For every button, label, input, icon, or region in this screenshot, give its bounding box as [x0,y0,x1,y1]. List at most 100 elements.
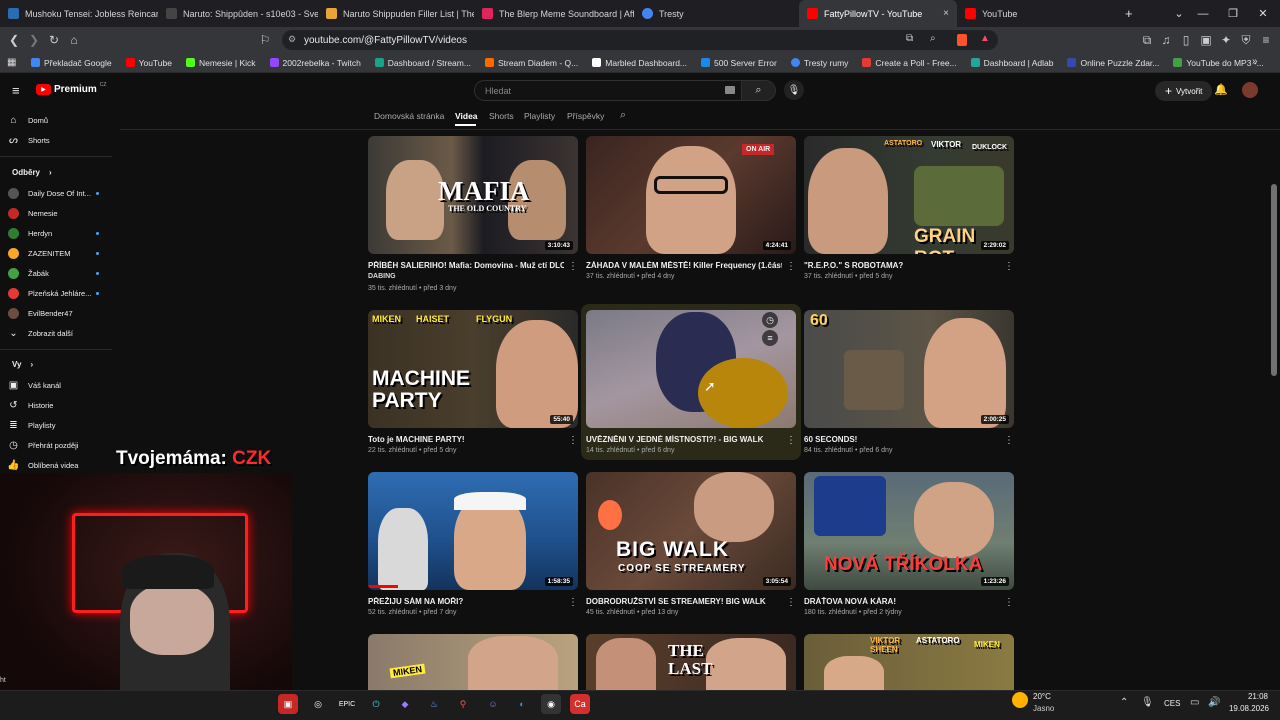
video-title[interactable]: DRÁŤOVA NOVÁ KÁRA! [804,597,1000,606]
bookmark-item[interactable]: Dashboard | Adlab [964,58,1061,68]
language-indicator[interactable]: CES [1164,699,1180,708]
obs-icon[interactable]: ◉ [541,694,561,714]
app-icon[interactable]: ◆ [395,694,415,714]
video-title[interactable]: PŘÍBĚH SALIERIHO! Mafia: Domovina - Muž … [368,261,564,270]
search-input[interactable]: Hledat [474,80,742,101]
reload-icon[interactable]: ↻ [44,30,64,50]
bookmark-item[interactable]: 500 Server Error [694,58,784,68]
watch-later-icon[interactable]: ◷ [762,312,778,328]
maps-icon[interactable]: ⚲ [453,694,473,714]
video-title[interactable]: Toto je MACHINE PARTY! [368,435,564,444]
more-options-icon[interactable]: ⋮ [568,261,578,272]
video-thumbnail[interactable]: THE LAST [586,634,796,690]
sidebar-item-history[interactable]: ↺ Historie [8,400,53,411]
discord-icon[interactable]: ☺ [483,694,503,714]
bookmark-item[interactable]: Online Puzzle Zdar... [1060,58,1166,68]
subscriptions-header[interactable]: Odběry › [12,168,52,177]
sidebar-item-watch-later[interactable]: ◷ Přehrát později [8,440,78,451]
video-title[interactable]: DOBRODRUŽSTVÍ SE STREAMERY! BIG WALK [586,597,782,606]
bookmark-item[interactable]: Nemesie | Kick [179,58,263,68]
open-in-app-icon[interactable]: ⧉ [906,33,913,44]
sidebar-item-your-channel[interactable]: ▣ Váš kanál [8,380,61,391]
bookmark-item[interactable]: Create a Poll - Free... [855,58,963,68]
steam-icon[interactable]: ♨ [424,694,444,714]
close-window-icon[interactable]: ✕ [1246,0,1280,27]
video-title[interactable]: UVĚZNĚNI V JEDNÉ MÍSTNOSTI?! - BIG WALK [586,435,782,444]
sidebar-item-liked[interactable]: 👍 Oblíbená videa [7,460,78,471]
new-tab-button[interactable]: + [1125,6,1133,21]
video-title[interactable]: ZÁHADA V MALÉM MĚSTĚ! Killer Frequency (… [586,261,782,270]
avatar[interactable] [1242,82,1258,98]
subscription-item[interactable]: Herdyn [8,228,52,239]
browser-tab-active[interactable]: FattyPillowTV - YouTube × [799,0,957,27]
taskbar-app-icon[interactable]: ▣ [278,694,298,714]
bookmark-item[interactable]: Stream Diadem - Q... [478,58,585,68]
create-button[interactable]: + Vytvořit [1155,81,1213,101]
search-button[interactable]: ⌕ [742,80,776,101]
channel-search-icon[interactable]: ⌕ [620,109,626,122]
tab-shorts[interactable]: Shorts [489,111,514,121]
menu-icon[interactable]: ≡ [1256,30,1276,50]
add-to-queue-icon[interactable]: ≡ [762,330,778,346]
clock-date[interactable]: 19.08.2026 [1225,704,1269,713]
bookmark-item[interactable]: YouTube [119,58,179,68]
bookmark-icon[interactable]: ⚐ [255,30,275,50]
home-icon[interactable]: ⌂ [64,30,84,50]
bookmark-item[interactable]: Marbled Dashboard... [585,58,694,68]
more-bookmarks-icon[interactable]: » [1252,56,1258,67]
browser-tab[interactable]: Tresty [634,0,799,27]
forward-icon[interactable]: ❯ [24,30,44,50]
weather-temp[interactable]: 20°C [1033,692,1051,701]
tab-playlists[interactable]: Playlisty [524,111,555,121]
more-options-icon[interactable]: ⋮ [1004,261,1014,272]
bookmark-item[interactable]: 2002rebelka - Twitch [263,58,368,68]
site-info-icon[interactable]: ⚙ [288,34,296,45]
sidebar-item-playlists[interactable]: ≣ Playlisty [8,420,55,431]
show-more-button[interactable]: ⌄ Zobrazit další [8,328,73,339]
more-options-icon[interactable]: ⋮ [568,597,578,608]
video-thumbnail[interactable]: ASTATORO VIKTOR DUKLOCK GRAIN ROT 2:29:0… [804,136,1014,254]
more-options-icon[interactable]: ⋮ [786,597,796,608]
browser-tab[interactable]: The Blerp Meme Soundboard | Affili [474,0,634,27]
microphone-icon[interactable]: 🎙 [1141,697,1154,708]
weather-desc[interactable]: Jasno [1033,704,1054,713]
app-icon[interactable]: ◐ [512,694,532,714]
more-options-icon[interactable]: ⋮ [786,261,796,272]
sidebar-item-home[interactable]: ⌂ Domů [8,115,48,126]
sidebar-toggle-icon[interactable]: ▯ [1176,30,1196,50]
youtube-premium-logo[interactable]: ▶ Premium CZ [36,82,106,95]
apps-icon[interactable]: ▦ [7,57,16,68]
browser-tab[interactable]: Mushoku Tensei: Jobless Reincarnat [0,0,158,27]
browser-tab[interactable]: Naruto: Shippûden - s10e03 - Svets [158,0,318,27]
tab-home[interactable]: Domovská stránka [374,111,444,121]
chrome-icon[interactable]: ◎ [308,694,328,714]
video-thumbnail[interactable]: MAFIA THE OLD COUNTRY 3:10:43 [368,136,578,254]
close-tab-icon[interactable]: × [943,8,949,19]
tray-chevron-icon[interactable]: ⌃ [1120,697,1128,708]
video-thumbnail[interactable]: ON AIR 4:24:41 [586,136,796,254]
app-icon[interactable]: ⏻ [366,694,386,714]
back-icon[interactable]: ❮ [4,30,24,50]
subscription-item[interactable]: ZAZENITEM [8,248,71,259]
brave-shield-icon[interactable] [957,34,967,46]
video-thumbnail[interactable]: BIG WALK COOP SE STREAMERY 3:05:54 [586,472,796,590]
browser-tab[interactable]: Naruto Shippuden Filler List | The U [318,0,474,27]
video-title[interactable]: "R.E.P.O." S ROBOTAMA? [804,261,1000,270]
sidebar-item-shorts[interactable]: ᔕ Shorts [8,135,50,146]
network-icon[interactable]: ▭ [1190,697,1199,708]
you-header[interactable]: Vy › [12,360,33,369]
media-icon[interactable]: ♫ [1156,30,1176,50]
more-options-icon[interactable]: ⋮ [1004,435,1014,446]
subscription-item[interactable]: Plzeňská Jehláre... [8,288,91,299]
wallet-icon[interactable]: ▣ [1196,30,1216,50]
tab-posts[interactable]: Příspěvky [567,111,604,121]
video-thumbnail[interactable]: MIKEN HAISET FLYGUN MACHINE PARTY 55:40 [368,310,578,428]
url-bar[interactable]: ⚙ youtube.com/@FattyPillowTV/videos ⧉ ⌕ … [282,30,998,50]
subscription-item[interactable]: Daily Dose Of Int... [8,188,91,199]
video-thumbnail[interactable]: 60 2:00:25 [804,310,1014,428]
video-thumbnail[interactable]: NOVÁ TŘÍKOLKA 1:23:26 [804,472,1014,590]
volume-icon[interactable]: 🔊 [1208,697,1220,708]
maximize-icon[interactable]: ❐ [1216,0,1250,27]
clock-time[interactable]: 21:08 [1232,692,1268,701]
video-thumbnail[interactable]: ◷ ≡ ➚ [586,310,796,428]
